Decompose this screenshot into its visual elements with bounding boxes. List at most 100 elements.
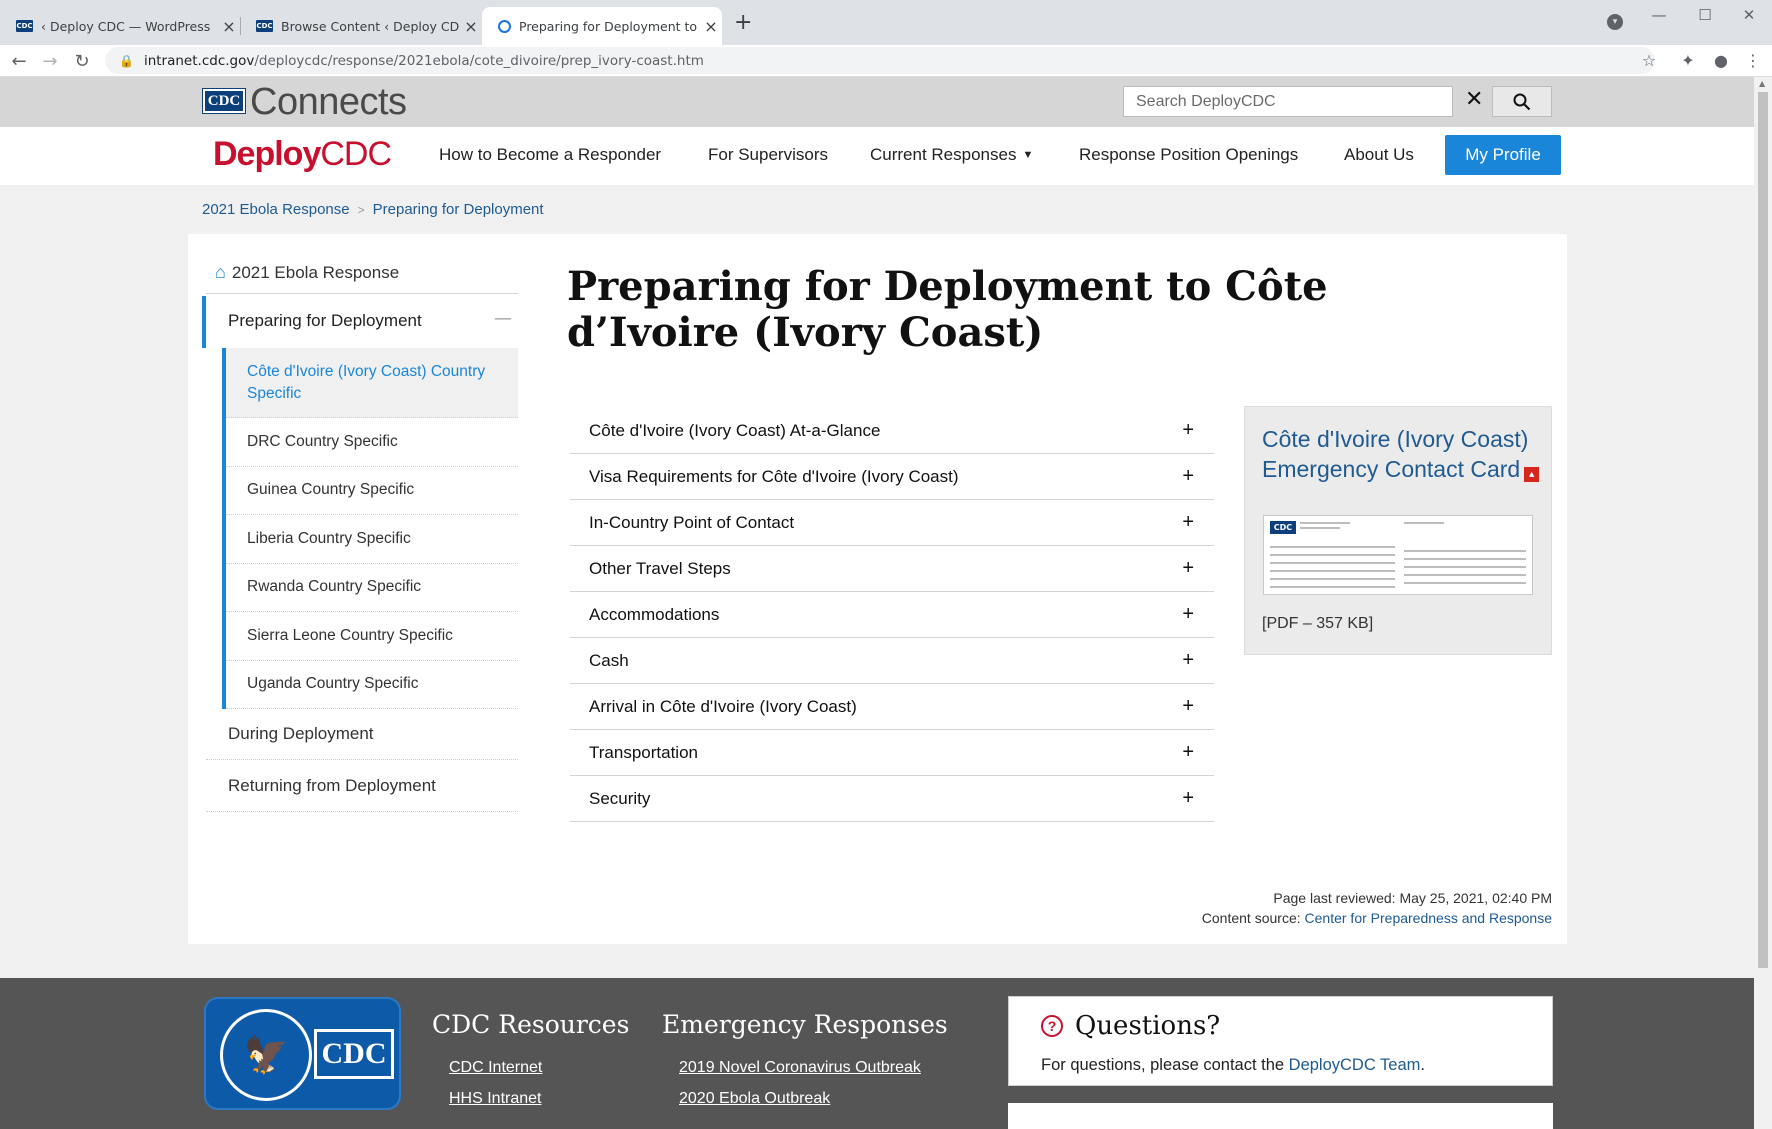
plus-icon: +: [1182, 465, 1194, 487]
my-profile-button[interactable]: My Profile: [1445, 135, 1561, 175]
accordion-item[interactable]: Cash +: [570, 638, 1214, 684]
nav-about-us[interactable]: About Us: [1344, 145, 1414, 165]
back-arrow-icon[interactable]: ←: [5, 47, 33, 75]
accordion-item[interactable]: Arrival in Côte d'Ivoire (Ivory Coast) +: [570, 684, 1214, 730]
accordion-item[interactable]: Security +: [570, 776, 1214, 822]
content-source-label: Content source:: [1201, 910, 1305, 926]
clear-search-icon[interactable]: ✕: [1465, 87, 1483, 112]
thumbnail-cdc-logo: CDC: [1270, 521, 1296, 534]
breadcrumb-link[interactable]: 2021 Ebola Response: [202, 201, 350, 218]
address-bar[interactable]: 🔒 intranet.cdc.gov/deploycdc/response/20…: [105, 47, 1655, 74]
sidebar-item-returning-from-deployment[interactable]: Returning from Deployment: [206, 760, 518, 812]
scroll-up-icon[interactable]: ▲: [1759, 79, 1765, 88]
thumbnail-line: [1300, 522, 1350, 524]
pdf-link[interactable]: Côte d'Ivoire (Ivory Coast) Emergency Co…: [1262, 424, 1542, 484]
minimize-icon[interactable]: —: [1636, 0, 1682, 30]
sidebar-subitem-liberia[interactable]: Liberia Country Specific: [226, 515, 518, 564]
footer-link[interactable]: HHS Intranet: [449, 1090, 541, 1108]
close-icon[interactable]: ×: [218, 17, 240, 36]
search-input[interactable]: Search DeployCDC: [1123, 86, 1453, 117]
nav-how-to-become-responder[interactable]: How to Become a Responder: [439, 145, 661, 165]
scrollbar-thumb[interactable]: [1758, 92, 1768, 968]
accordion-item[interactable]: Côte d'Ivoire (Ivory Coast) At-a-Glance +: [570, 408, 1214, 454]
sidebar-subitem-drc[interactable]: DRC Country Specific: [226, 418, 518, 467]
sidebar-home-link[interactable]: ⌂ 2021 Ebola Response: [215, 262, 399, 283]
thumbnail-line: [1404, 574, 1526, 576]
accordion-item[interactable]: Transportation +: [570, 730, 1214, 776]
content-source-link[interactable]: Center for Preparedness and Response: [1305, 910, 1552, 926]
scrollbar[interactable]: ▲: [1754, 77, 1772, 1129]
new-tab-icon[interactable]: +: [734, 10, 752, 35]
thumbnail-line: [1270, 562, 1395, 564]
url-path: /deploycdc/response/2021ebola/cote_divoi…: [254, 52, 704, 69]
accordion-item[interactable]: In-Country Point of Contact +: [570, 500, 1214, 546]
home-icon: ⌂: [215, 262, 226, 282]
thumbnail-line: [1300, 527, 1340, 529]
emergency-contact-card: Côte d'Ivoire (Ivory Coast) Emergency Co…: [1244, 406, 1552, 655]
thumbnail-line: [1270, 570, 1395, 572]
connects-wordmark[interactable]: Connects: [250, 81, 407, 124]
breadcrumb-separator: >: [357, 203, 365, 217]
nav-for-supervisors[interactable]: For Supervisors: [708, 145, 828, 165]
lock-icon: 🔒: [119, 53, 134, 68]
plus-icon: +: [1182, 603, 1194, 625]
collapse-icon[interactable]: —: [494, 308, 512, 329]
close-icon[interactable]: ×: [460, 17, 482, 36]
sidebar-item-preparing-for-deployment[interactable]: Preparing for Deployment —: [202, 296, 518, 348]
stay-connected-box: [1008, 1103, 1553, 1129]
breadcrumb: 2021 Ebola Response > Preparing for Deploy…: [202, 201, 544, 218]
browser-tab[interactable]: CDC Browse Content ‹ Deploy CDC — ×: [240, 7, 482, 45]
tab-title: Preparing for Deployment to Côt: [519, 18, 700, 34]
sidebar-subitem-guinea[interactable]: Guinea Country Specific: [226, 467, 518, 515]
accordion-item[interactable]: Visa Requirements for Côte d'Ivoire (Ivo…: [570, 454, 1214, 500]
close-icon[interactable]: ×: [700, 17, 722, 36]
breadcrumb-link[interactable]: Preparing for Deployment: [373, 201, 544, 218]
questions-heading: ? Questions?: [1041, 1011, 1220, 1041]
tab-title: ‹ Deploy CDC — WordPress: [41, 18, 211, 34]
deploycdc-logo[interactable]: DeployCDC: [213, 135, 392, 174]
nav-response-position-openings[interactable]: Response Position Openings: [1079, 145, 1298, 165]
search-button[interactable]: [1492, 86, 1552, 117]
extensions-icon[interactable]: ✦: [1677, 51, 1699, 70]
plus-icon: +: [1182, 419, 1194, 441]
cdc-favicon-icon: CDC: [256, 20, 273, 32]
thumbnail-line: [1270, 554, 1395, 556]
sidebar-subitem-sierra-leone[interactable]: Sierra Leone Country Specific: [226, 612, 518, 661]
browser-tab-bar: CDC ‹ Deploy CDC — WordPress × CDC Brows…: [0, 0, 1772, 45]
hhs-cdc-logo[interactable]: 🦅 CDC: [204, 997, 401, 1110]
footer-link[interactable]: 2019 Novel Coronavirus Outbreak: [679, 1059, 921, 1077]
footer-link[interactable]: 2020 Ebola Outbreak: [679, 1090, 830, 1108]
thumbnail-line: [1404, 522, 1444, 524]
divider: [206, 293, 518, 294]
accordion: Côte d'Ivoire (Ivory Coast) At-a-Glance +…: [570, 408, 1214, 822]
sidebar-subitem-uganda[interactable]: Uganda Country Specific: [226, 661, 518, 709]
main-navigation: DeployCDC How to Become a Responder For …: [0, 127, 1754, 185]
thumbnail-line: [1404, 566, 1526, 568]
sidebar-item-during-deployment[interactable]: During Deployment: [206, 708, 518, 760]
accordion-item[interactable]: Other Travel Steps +: [570, 546, 1214, 592]
menu-dots-icon[interactable]: ⋮: [1742, 51, 1764, 70]
last-reviewed: Page last reviewed: May 25, 2021, 02:40 …: [1273, 890, 1552, 906]
tab-title: Browse Content ‹ Deploy CDC —: [281, 18, 460, 34]
pdf-icon: ▲: [1524, 467, 1540, 482]
footer-link[interactable]: CDC Internet: [449, 1059, 542, 1077]
maximize-icon[interactable]: ☐: [1682, 0, 1728, 30]
window-close-icon[interactable]: ✕: [1726, 0, 1772, 30]
pdf-thumbnail[interactable]: CDC: [1263, 515, 1533, 595]
profile-avatar-icon[interactable]: ●: [1710, 51, 1732, 70]
nav-current-responses[interactable]: Current Responses ▼: [870, 145, 1033, 165]
thumbnail-line: [1270, 578, 1395, 580]
accordion-item[interactable]: Accommodations +: [570, 592, 1214, 638]
cdc-resources-heading: CDC Resources: [432, 1010, 630, 1039]
sidebar-subitem-rwanda[interactable]: Rwanda Country Specific: [226, 564, 518, 612]
forward-arrow-icon[interactable]: →: [36, 47, 64, 75]
reload-icon[interactable]: ↻: [68, 47, 96, 75]
tab-search-icon[interactable]: ▾: [1607, 14, 1623, 30]
cdc-logo[interactable]: CDC: [202, 88, 246, 114]
deploycdc-team-link[interactable]: DeployCDC Team: [1289, 1056, 1421, 1074]
sidebar-subitem-cote-divoire[interactable]: Côte d'Ivoire (Ivory Coast) Country Spec…: [226, 348, 518, 418]
star-icon[interactable]: ☆: [1638, 51, 1660, 70]
browser-tab[interactable]: CDC ‹ Deploy CDC — WordPress ×: [0, 7, 240, 45]
browser-tab-active[interactable]: Preparing for Deployment to Côt ×: [482, 7, 722, 45]
url-host: intranet.cdc.gov: [143, 52, 255, 69]
